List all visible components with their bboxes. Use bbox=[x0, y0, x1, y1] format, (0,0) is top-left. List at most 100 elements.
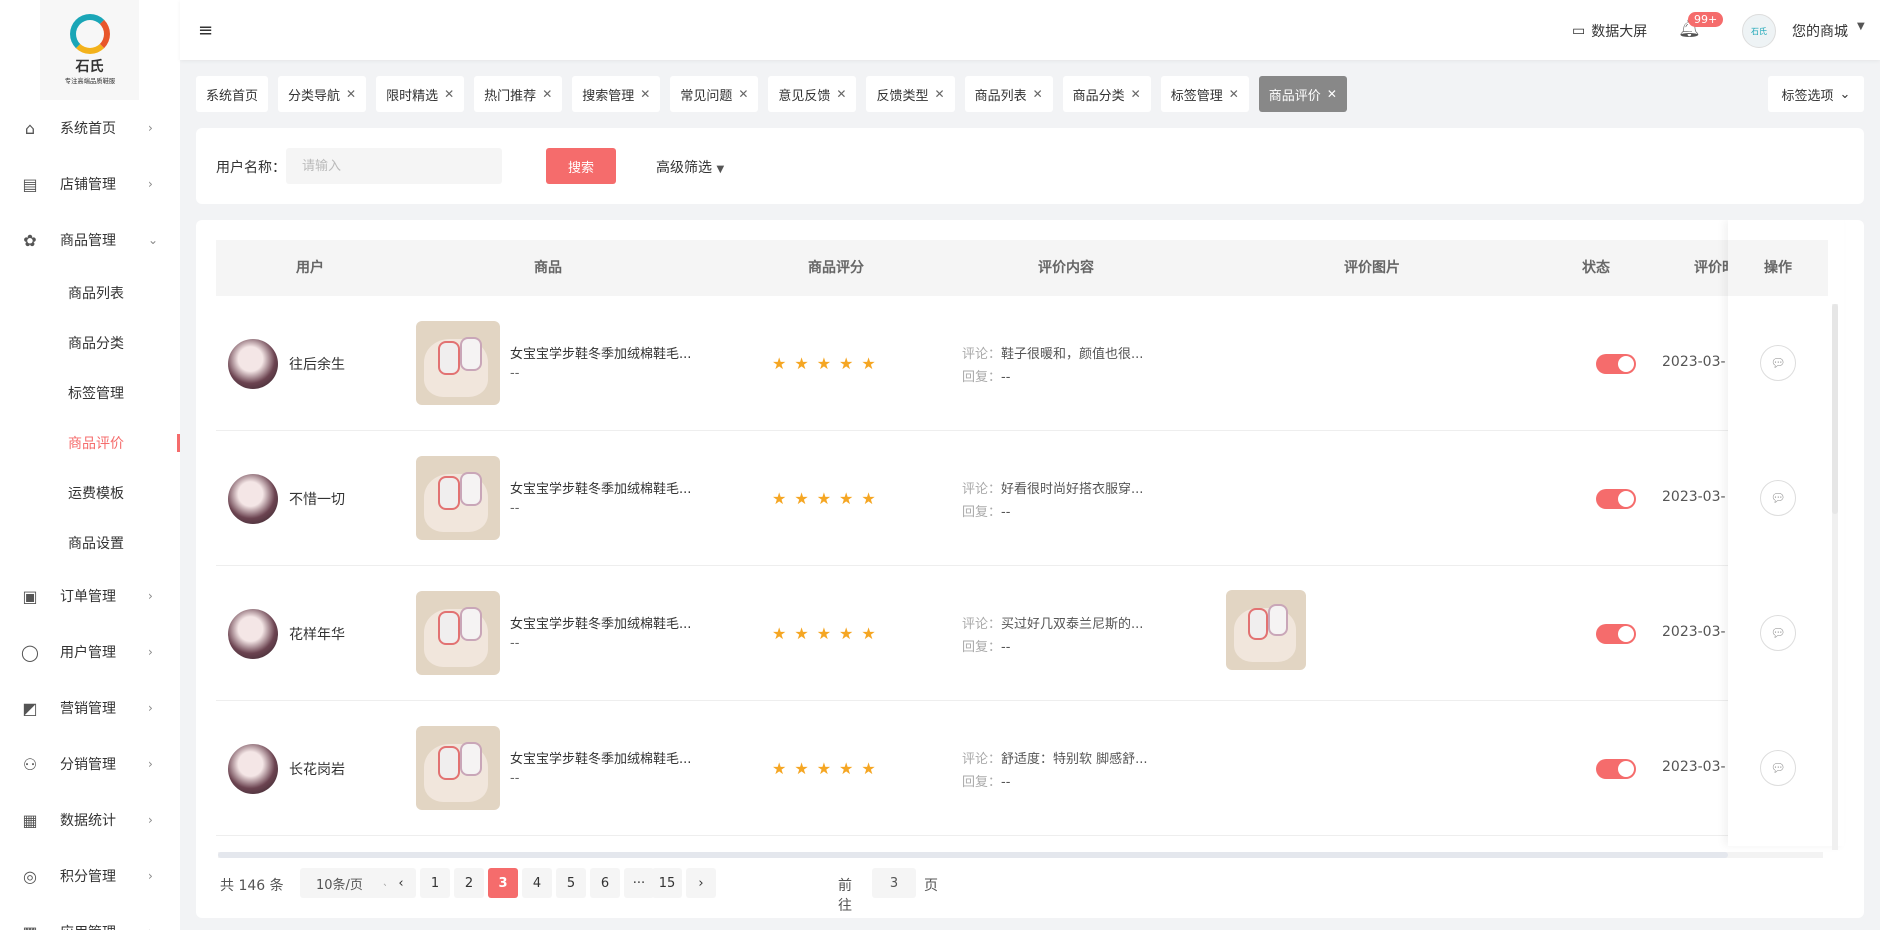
sidebar-item-chart[interactable]: ▦ 数据统计 › bbox=[0, 792, 180, 848]
review-image[interactable] bbox=[1226, 590, 1306, 670]
tab-item[interactable]: 商品列表 ✕ bbox=[964, 76, 1053, 112]
page-number-button[interactable]: 1 bbox=[420, 868, 450, 898]
close-icon[interactable]: ✕ bbox=[836, 87, 846, 101]
tab-item[interactable]: 分类导航 ✕ bbox=[278, 76, 367, 112]
close-icon[interactable]: ✕ bbox=[542, 87, 552, 101]
page-number-button[interactable]: 5 bbox=[556, 868, 586, 898]
shop-name-dropdown[interactable]: 您的商城 bbox=[1792, 21, 1848, 41]
product-image[interactable] bbox=[416, 321, 500, 405]
product-image[interactable] bbox=[416, 591, 500, 675]
close-icon[interactable]: ✕ bbox=[640, 87, 650, 101]
tab-item[interactable]: 搜索管理 ✕ bbox=[572, 76, 661, 112]
product-image[interactable] bbox=[416, 726, 500, 810]
reply-comment-icon[interactable]: 💬︎ bbox=[1760, 615, 1796, 651]
reply-comment-icon[interactable]: 💬︎ bbox=[1760, 750, 1796, 786]
sidebar-subitem[interactable]: 运费模板 bbox=[0, 468, 180, 518]
page-number-button[interactable]: 6 bbox=[590, 868, 620, 898]
tab-item[interactable]: 反馈类型 ✕ bbox=[866, 76, 955, 112]
sidebar-item-home[interactable]: ⌂ 系统首页 › bbox=[0, 100, 180, 156]
chart-icon: ▦ bbox=[22, 810, 38, 830]
sidebar-item-store[interactable]: ▤ 店铺管理 › bbox=[0, 156, 180, 212]
close-icon[interactable]: ✕ bbox=[935, 87, 945, 101]
status-toggle[interactable] bbox=[1596, 759, 1636, 779]
sidebar-item-user[interactable]: ◯ 用户管理 › bbox=[0, 624, 180, 680]
star-icon: ★ bbox=[816, 624, 832, 643]
horizontal-scrollbar[interactable] bbox=[218, 852, 1823, 858]
sidebar-item-goods[interactable]: ✿ 商品管理 ⌄ bbox=[0, 212, 180, 268]
search-button[interactable]: 搜索 bbox=[546, 148, 616, 184]
menu-toggle-icon[interactable]: ≡ bbox=[198, 20, 213, 41]
sidebar-subitem[interactable]: 标签管理 bbox=[0, 368, 180, 418]
chevron-right-icon: › bbox=[148, 701, 153, 715]
sidebar-item-label: 店铺管理 bbox=[60, 177, 116, 193]
close-icon[interactable]: ✕ bbox=[346, 87, 356, 101]
reply-comment-icon[interactable]: 💬︎ bbox=[1760, 480, 1796, 516]
close-icon[interactable]: ✕ bbox=[738, 87, 748, 101]
sidebar-subitem[interactable]: 商品分类 bbox=[0, 318, 180, 368]
comment-label: 评论： bbox=[962, 482, 1002, 497]
avatar[interactable]: 石氏 bbox=[1742, 14, 1776, 48]
search-panel: 用户名称： 搜索 高级筛选 ▼ bbox=[196, 128, 1864, 204]
close-icon[interactable]: ✕ bbox=[1327, 87, 1337, 101]
sidebar-item-app[interactable]: ▩ 应用管理 › bbox=[0, 904, 180, 930]
status-toggle[interactable] bbox=[1596, 624, 1636, 644]
sidebar-item-marketing[interactable]: ◩ 营销管理 › bbox=[0, 680, 180, 736]
product-image[interactable] bbox=[416, 456, 500, 540]
sidebar-item-order[interactable]: ▣ 订单管理 › bbox=[0, 568, 180, 624]
tab-item[interactable]: 系统首页 bbox=[196, 76, 269, 112]
tab-item[interactable]: 商品分类 ✕ bbox=[1062, 76, 1151, 112]
username-search-input[interactable] bbox=[286, 148, 502, 184]
advanced-filter-toggle[interactable]: 高级筛选 ▼ bbox=[656, 157, 724, 177]
user-name: 往后余生 bbox=[289, 357, 345, 373]
points-icon: ◎ bbox=[23, 866, 37, 886]
status-toggle[interactable] bbox=[1596, 489, 1636, 509]
status-toggle[interactable] bbox=[1596, 354, 1636, 374]
reply-line: 回复：-- bbox=[962, 366, 1010, 385]
tab-label: 商品列表 bbox=[974, 88, 1027, 104]
brand-tagline: 专注高端品质鞋服 bbox=[64, 77, 115, 85]
close-icon[interactable]: ✕ bbox=[444, 87, 454, 101]
tab-label: 限时精选 bbox=[386, 88, 439, 104]
sidebar-item-points[interactable]: ◎ 积分管理 › bbox=[0, 848, 180, 904]
tab-item[interactable]: 热门推荐 ✕ bbox=[474, 76, 563, 112]
tag-options-button[interactable]: 标签选项 ⌄ bbox=[1768, 76, 1864, 112]
more-pages-icon[interactable]: ··· bbox=[624, 868, 654, 898]
tab-item[interactable]: 意见反馈 ✕ bbox=[768, 76, 857, 112]
goto-page-input[interactable]: 3 bbox=[872, 868, 916, 898]
tab-item[interactable]: 限时精选 ✕ bbox=[376, 76, 465, 112]
comment-line: 评论：鞋子很暖和，颜值也很... bbox=[962, 343, 1143, 362]
sidebar-subitem[interactable]: 商品设置 bbox=[0, 518, 180, 568]
sidebar-item-label: 分销管理 bbox=[60, 757, 116, 773]
vertical-scrollbar[interactable] bbox=[1832, 304, 1838, 850]
column-header-content: 评价内容 bbox=[1038, 260, 1094, 276]
tab-item[interactable]: 商品评价 ✕ bbox=[1258, 76, 1347, 112]
sidebar-subitem[interactable]: 商品评价 bbox=[0, 418, 180, 468]
avatar bbox=[228, 474, 278, 524]
column-header-images: 评价图片 bbox=[1344, 260, 1400, 276]
tab-item[interactable]: 标签管理 ✕ bbox=[1160, 76, 1249, 112]
logo-mark-icon bbox=[69, 14, 110, 54]
reply-comment-icon[interactable]: 💬︎ bbox=[1760, 345, 1796, 381]
page-size-select[interactable]: 10条/页 ⌄ bbox=[300, 868, 400, 898]
sidebar-item-distribution[interactable]: ⚇ 分销管理 › bbox=[0, 736, 180, 792]
star-icon: ★ bbox=[861, 354, 876, 373]
caret-down-icon[interactable]: ▼ bbox=[1857, 21, 1865, 32]
data-screen-button[interactable]: ▭ 数据大屏 bbox=[1572, 21, 1647, 41]
review-time: 2023-03- bbox=[1662, 759, 1726, 775]
next-page-button[interactable]: › bbox=[686, 868, 716, 898]
page-number-button[interactable]: 2 bbox=[454, 868, 484, 898]
home-icon: ⌂ bbox=[24, 118, 36, 138]
tab-label: 意见反馈 bbox=[778, 88, 831, 104]
tab-item[interactable]: 常见问题 ✕ bbox=[670, 76, 759, 112]
close-icon[interactable]: ✕ bbox=[1033, 87, 1043, 101]
page-suffix: 页 bbox=[924, 878, 938, 894]
page-number-button[interactable]: 15 bbox=[652, 868, 682, 898]
close-icon[interactable]: ✕ bbox=[1229, 87, 1239, 101]
sidebar-subitem[interactable]: 商品列表 bbox=[0, 268, 180, 318]
page-number-button[interactable]: 3 bbox=[488, 868, 518, 898]
reply-label: 回复： bbox=[962, 505, 1002, 520]
close-icon[interactable]: ✕ bbox=[1131, 87, 1141, 101]
prev-page-button[interactable]: ‹ bbox=[386, 868, 416, 898]
page-number-button[interactable]: 4 bbox=[522, 868, 552, 898]
rating-stars: ★ ★ ★ ★ ★ bbox=[772, 489, 876, 508]
